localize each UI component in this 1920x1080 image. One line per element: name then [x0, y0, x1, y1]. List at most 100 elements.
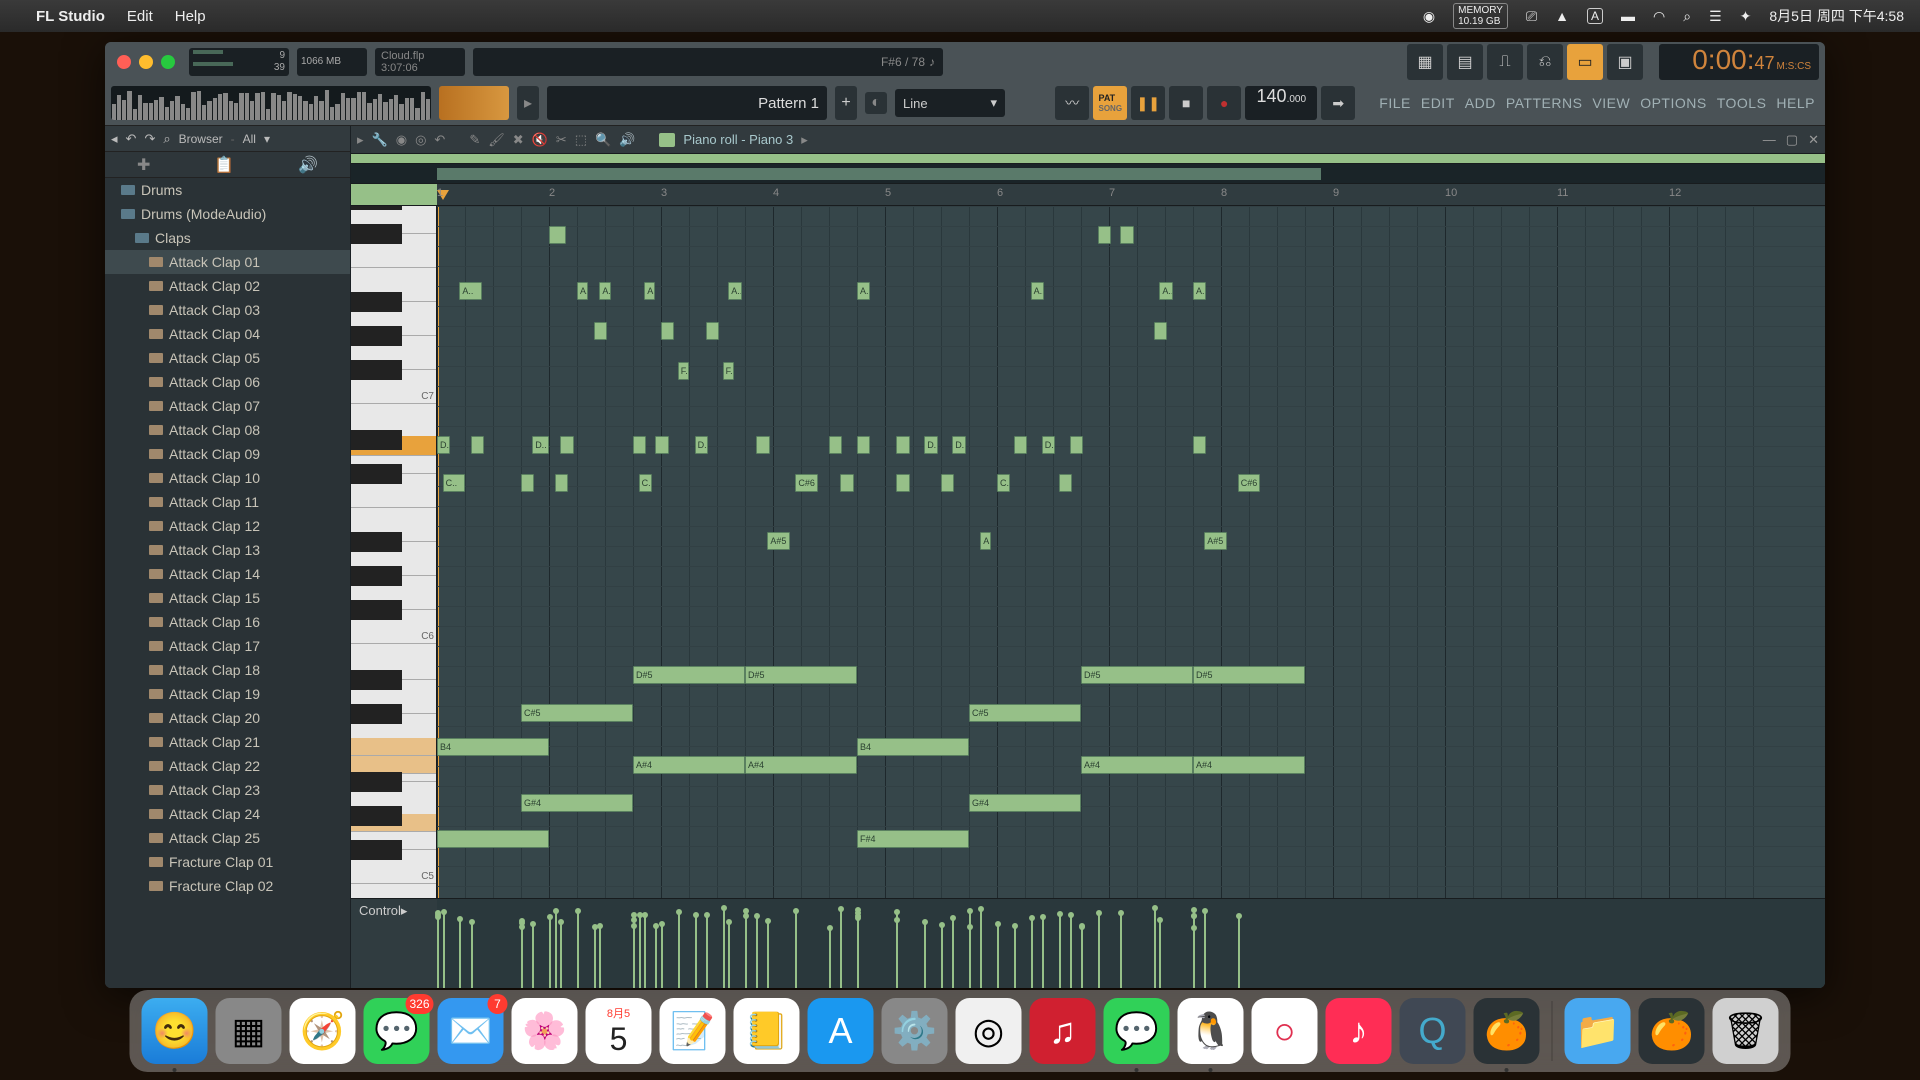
a-icon[interactable]: A	[1587, 8, 1603, 24]
time-display[interactable]: 0:00: 47 M:S:CS	[1659, 44, 1819, 80]
wifi-icon[interactable]: ◠	[1653, 8, 1665, 25]
dock-app3[interactable]: 🍊	[1639, 998, 1705, 1064]
tree-item[interactable]: Attack Clap 10	[105, 466, 350, 490]
midi-note[interactable]: F..	[723, 362, 734, 380]
plugin-button[interactable]: ▣	[1607, 44, 1643, 80]
play-button[interactable]: ❚❚	[1131, 86, 1165, 120]
tree-folder[interactable]: Claps	[105, 226, 350, 250]
draw-tool-icon[interactable]: ✎	[469, 132, 480, 148]
back-icon[interactable]: ↶	[126, 131, 137, 147]
battery-icon[interactable]: ▬	[1621, 8, 1635, 24]
midi-note[interactable]	[1154, 322, 1167, 340]
speaker-icon[interactable]: 🔊	[298, 155, 318, 175]
slice-tool-icon[interactable]: ✂	[556, 132, 567, 148]
minimize-pr-icon[interactable]: ―	[1763, 132, 1776, 148]
control-label[interactable]: Control ▸	[351, 899, 437, 988]
select-tool-icon[interactable]: ⬚	[575, 132, 587, 148]
menu-icon[interactable]: ▸	[357, 132, 364, 148]
stamp-icon[interactable]: ◉	[396, 132, 407, 148]
tree-item[interactable]: Attack Clap 04	[105, 322, 350, 346]
note-area[interactable]: A..A..A..A..A..A..A..A..A..F..F..D..D..D…	[437, 206, 1825, 898]
menu-tools[interactable]: TOOLS	[1713, 91, 1771, 115]
pr-overview[interactable]	[351, 164, 1825, 184]
wave-tool-icon[interactable]: 〰	[1055, 86, 1089, 120]
dock-music[interactable]: ♪	[1326, 998, 1392, 1064]
tree-item[interactable]: Attack Clap 01	[105, 250, 350, 274]
midi-note[interactable]: C#6	[795, 474, 817, 492]
midi-note[interactable]	[706, 322, 719, 340]
tree-item[interactable]: Attack Clap 25	[105, 826, 350, 850]
tree-item[interactable]: Attack Clap 22	[105, 754, 350, 778]
midi-note[interactable]: A..	[577, 282, 588, 300]
midi-note[interactable]: C..	[639, 474, 652, 492]
menu-edit[interactable]: EDIT	[1417, 91, 1459, 115]
dock-reminders[interactable]: 📝	[660, 998, 726, 1064]
notification-icon[interactable]: ▲	[1555, 8, 1569, 24]
midi-note[interactable]: D..	[437, 436, 450, 454]
midi-note[interactable]: A..	[1031, 282, 1044, 300]
midi-note[interactable]: A..	[1159, 282, 1172, 300]
tree-folder[interactable]: Drums (ModeAudio)	[105, 202, 350, 226]
midi-note[interactable]	[521, 474, 534, 492]
midi-note[interactable]	[896, 436, 909, 454]
dock-launchpad[interactable]: ▦	[216, 998, 282, 1064]
tree-item[interactable]: Fracture Clap 02	[105, 874, 350, 898]
maximize-button[interactable]	[161, 55, 175, 69]
piano-roll-button[interactable]: ▤	[1447, 44, 1483, 80]
midi-note[interactable]	[1098, 226, 1111, 244]
tree-item[interactable]: Attack Clap 24	[105, 802, 350, 826]
tree-folder[interactable]: Drums	[105, 178, 350, 202]
dock-mail[interactable]: ✉️7	[438, 998, 504, 1064]
dock-wechat[interactable]: 💬	[1104, 998, 1170, 1064]
tree-item[interactable]: Attack Clap 19	[105, 682, 350, 706]
menu-options[interactable]: OPTIONS	[1636, 91, 1711, 115]
midi-note[interactable]: D..	[695, 436, 708, 454]
add-icon[interactable]: ✚	[137, 155, 150, 175]
tree-item[interactable]: Attack Clap 08	[105, 418, 350, 442]
tree-item[interactable]: Attack Clap 23	[105, 778, 350, 802]
minimize-button[interactable]	[139, 55, 153, 69]
midi-note[interactable]	[829, 436, 842, 454]
midi-note[interactable]: D#5	[633, 666, 745, 684]
menu-add[interactable]: ADD	[1461, 91, 1500, 115]
tree-item[interactable]: Attack Clap 03	[105, 298, 350, 322]
siri-icon[interactable]: ✦	[1740, 8, 1752, 25]
dock-trash[interactable]: 🗑	[1713, 998, 1779, 1064]
dock-netease[interactable]: ♫	[1030, 998, 1096, 1064]
dock-settings[interactable]: ⚙️	[882, 998, 948, 1064]
memory-indicator[interactable]: MEMORY10.19 GB	[1453, 3, 1508, 29]
midi-note[interactable]: A#5	[1204, 532, 1226, 550]
midi-note[interactable]: A..	[980, 532, 991, 550]
midi-note[interactable]	[471, 436, 484, 454]
dropdown-icon[interactable]: ▾	[264, 132, 270, 146]
midi-note[interactable]: G#4	[969, 794, 1081, 812]
midi-note[interactable]: F#4	[857, 830, 969, 848]
add-pattern-button[interactable]: +	[835, 86, 857, 120]
pat-song-toggle[interactable]: PATSONG	[1093, 86, 1127, 120]
tree-item[interactable]: Attack Clap 20	[105, 706, 350, 730]
midi-note[interactable]: A#4	[1081, 756, 1193, 774]
midi-note[interactable]	[1120, 226, 1133, 244]
midi-note[interactable]: A#4	[745, 756, 857, 774]
memory-meter[interactable]: 1066 MB	[297, 48, 367, 76]
piano-roll-title[interactable]: Piano roll - Piano 3	[683, 132, 793, 147]
render-button[interactable]: ➡	[1321, 86, 1355, 120]
play-indicator-icon[interactable]: ▸	[517, 86, 539, 120]
search-icon[interactable]: ⌕	[1683, 8, 1691, 25]
velocity-area[interactable]	[437, 899, 1825, 988]
cpu-meter[interactable]: 9 39	[189, 48, 289, 76]
undo-icon[interactable]: ↶	[434, 132, 445, 148]
playlist-button[interactable]: ▦	[1407, 44, 1443, 80]
tool-icon[interactable]: 🔧	[372, 132, 388, 148]
tree-item[interactable]: Attack Clap 06	[105, 370, 350, 394]
pr-timeline[interactable]: 123456789101112	[351, 184, 1825, 206]
midi-note[interactable]	[661, 322, 674, 340]
dock-photos[interactable]: 🌸	[512, 998, 578, 1064]
midi-note[interactable]: A#4	[1193, 756, 1305, 774]
record-button[interactable]: ●	[1207, 86, 1241, 120]
browser-tree[interactable]: DrumsDrums (ModeAudio)ClapsAttack Clap 0…	[105, 178, 350, 988]
main-volume[interactable]	[439, 86, 509, 120]
forward-icon[interactable]: ↷	[144, 131, 155, 147]
tree-item[interactable]: Attack Clap 12	[105, 514, 350, 538]
delete-tool-icon[interactable]: ✖	[513, 132, 524, 148]
